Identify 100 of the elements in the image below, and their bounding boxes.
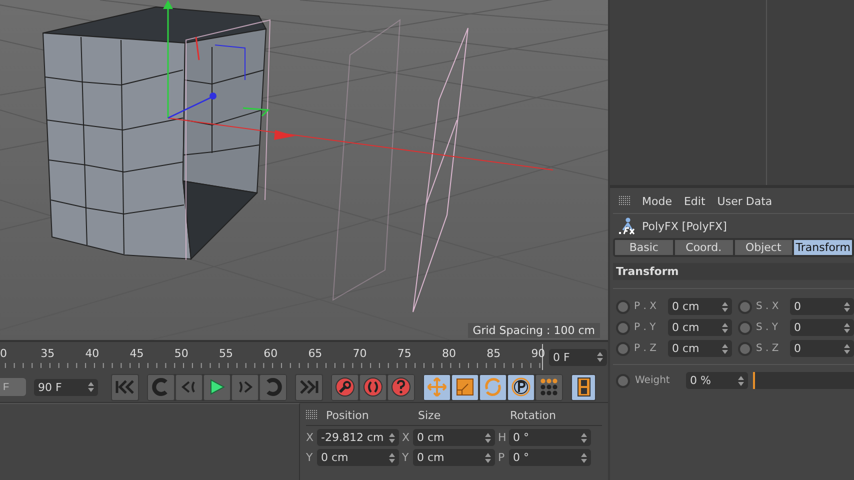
size-field[interactable]: 0 cm — [413, 449, 495, 466]
move-arrows-icon — [427, 377, 447, 397]
frame-number: 40 — [85, 347, 100, 360]
polyfx-icon — [617, 217, 637, 235]
next-key-button[interactable] — [259, 374, 287, 400]
spinner-icon[interactable] — [738, 376, 744, 386]
spinner-icon[interactable] — [581, 452, 587, 462]
object-name: PolyFX [PolyFX] — [642, 220, 727, 232]
viewport[interactable]: Grid Spacing : 100 cm — [0, 0, 608, 340]
current-frame-field[interactable]: 0 F — [549, 348, 607, 366]
parameter-field[interactable]: 0 cm — [668, 319, 732, 336]
next-key-icon — [264, 378, 282, 396]
tab[interactable]: Transform — [794, 240, 852, 255]
axis-label: H — [498, 431, 506, 444]
spinner-icon[interactable] — [88, 382, 94, 392]
spinner-icon[interactable] — [844, 344, 850, 354]
rotation-field[interactable]: 0 ° — [509, 449, 591, 466]
position-field[interactable]: 0 cm — [317, 449, 399, 466]
brackets-icon — [363, 377, 383, 397]
play-button[interactable] — [203, 374, 231, 400]
skip-start-icon — [115, 380, 135, 394]
spinner-icon[interactable] — [844, 322, 850, 332]
frame-number: 35 — [40, 347, 55, 360]
column-header: Position — [326, 408, 370, 422]
panel-grip-icon[interactable] — [619, 196, 630, 206]
spinner-icon[interactable] — [722, 302, 728, 312]
spinner-icon[interactable] — [722, 344, 728, 354]
animation-toggle[interactable] — [738, 342, 752, 356]
menu-item[interactable]: User Data — [717, 194, 772, 208]
column-header: Rotation — [510, 408, 558, 422]
step-forward-icon — [236, 380, 254, 394]
frame-number: 55 — [219, 347, 233, 360]
spinner-icon[interactable] — [485, 432, 491, 442]
go-to-start-button[interactable] — [111, 374, 139, 400]
frame-number: 80 — [442, 347, 456, 360]
parameter-label: S . Z — [756, 342, 780, 356]
spinner-icon[interactable] — [844, 302, 850, 312]
parameter-field[interactable]: 0 cm — [668, 298, 732, 315]
tab[interactable]: Basic — [615, 240, 673, 255]
frame-number: 65 — [308, 347, 322, 360]
go-to-end-button[interactable] — [295, 374, 323, 400]
tab[interactable]: Coord. — [674, 240, 732, 255]
parameter-field[interactable]: 0 — [790, 298, 854, 315]
animation-toggle[interactable] — [616, 342, 630, 356]
dot-grid-icon — [540, 378, 558, 396]
animation-toggle[interactable] — [616, 300, 630, 314]
size-field[interactable]: 0 cm — [413, 429, 495, 446]
play-icon — [209, 379, 225, 395]
previous-key-icon — [152, 378, 170, 396]
animation-toggle[interactable] — [738, 300, 752, 314]
section-header: Transform — [613, 263, 854, 280]
parameter-icon — [511, 377, 531, 397]
parameter-label: P . Z — [634, 342, 658, 356]
end-frame-field[interactable]: 90 F — [34, 378, 98, 396]
autokey-button[interactable] — [359, 374, 387, 400]
menu-item[interactable]: Edit — [684, 194, 706, 208]
spinner-icon[interactable] — [722, 322, 728, 332]
rotate-key-button[interactable] — [479, 374, 507, 400]
parameter-field[interactable]: 0 — [790, 319, 854, 336]
spinner-icon[interactable] — [389, 452, 395, 462]
panel-grip-icon[interactable] — [306, 410, 317, 420]
frame-number: 75 — [397, 347, 412, 360]
animation-toggle[interactable] — [616, 374, 630, 388]
points-key-button[interactable] — [535, 374, 563, 400]
spinner-icon[interactable] — [485, 452, 491, 462]
frame-number: 70 — [352, 347, 367, 360]
axis-label: Y — [306, 451, 314, 464]
spinner-icon[interactable] — [597, 352, 603, 362]
film-strip-icon — [576, 377, 590, 397]
help-button[interactable] — [387, 374, 415, 400]
rotate-icon — [483, 377, 503, 397]
film-strip-button[interactable] — [571, 374, 596, 400]
parameter-field[interactable]: 0 cm — [668, 340, 732, 357]
parameter-key-button[interactable] — [507, 374, 535, 400]
scale-icon — [456, 378, 474, 396]
spinner-icon[interactable] — [389, 432, 395, 442]
frame-number: 0 — [0, 347, 7, 360]
previous-key-button[interactable] — [147, 374, 175, 400]
animation-toggle[interactable] — [738, 320, 752, 334]
move-key-button[interactable] — [423, 374, 451, 400]
spinner-icon[interactable] — [581, 432, 587, 442]
parameter-label: S . Y — [756, 320, 779, 334]
rotation-field[interactable]: 0 ° — [509, 429, 591, 446]
scale-key-button[interactable] — [451, 374, 479, 400]
parameter-field[interactable]: 0 — [790, 340, 854, 357]
parameter-label: P . Y — [634, 320, 657, 334]
position-field[interactable]: -29.812 cm — [317, 429, 399, 446]
weight-field[interactable]: 0 % — [686, 372, 748, 389]
axis-label: Y — [402, 451, 410, 464]
parameter-label: P . X — [634, 300, 658, 314]
weight-slider[interactable] — [753, 372, 854, 389]
axis-label: X — [402, 431, 410, 444]
menu-item[interactable]: Mode — [642, 194, 672, 208]
axis-label: P — [498, 451, 506, 464]
axis-label: X — [306, 431, 314, 444]
column-header: Size — [418, 408, 442, 422]
skip-end-icon — [299, 380, 319, 394]
tab[interactable]: Object — [734, 240, 792, 255]
animation-toggle[interactable] — [616, 320, 630, 334]
record-key-button[interactable] — [331, 374, 359, 400]
